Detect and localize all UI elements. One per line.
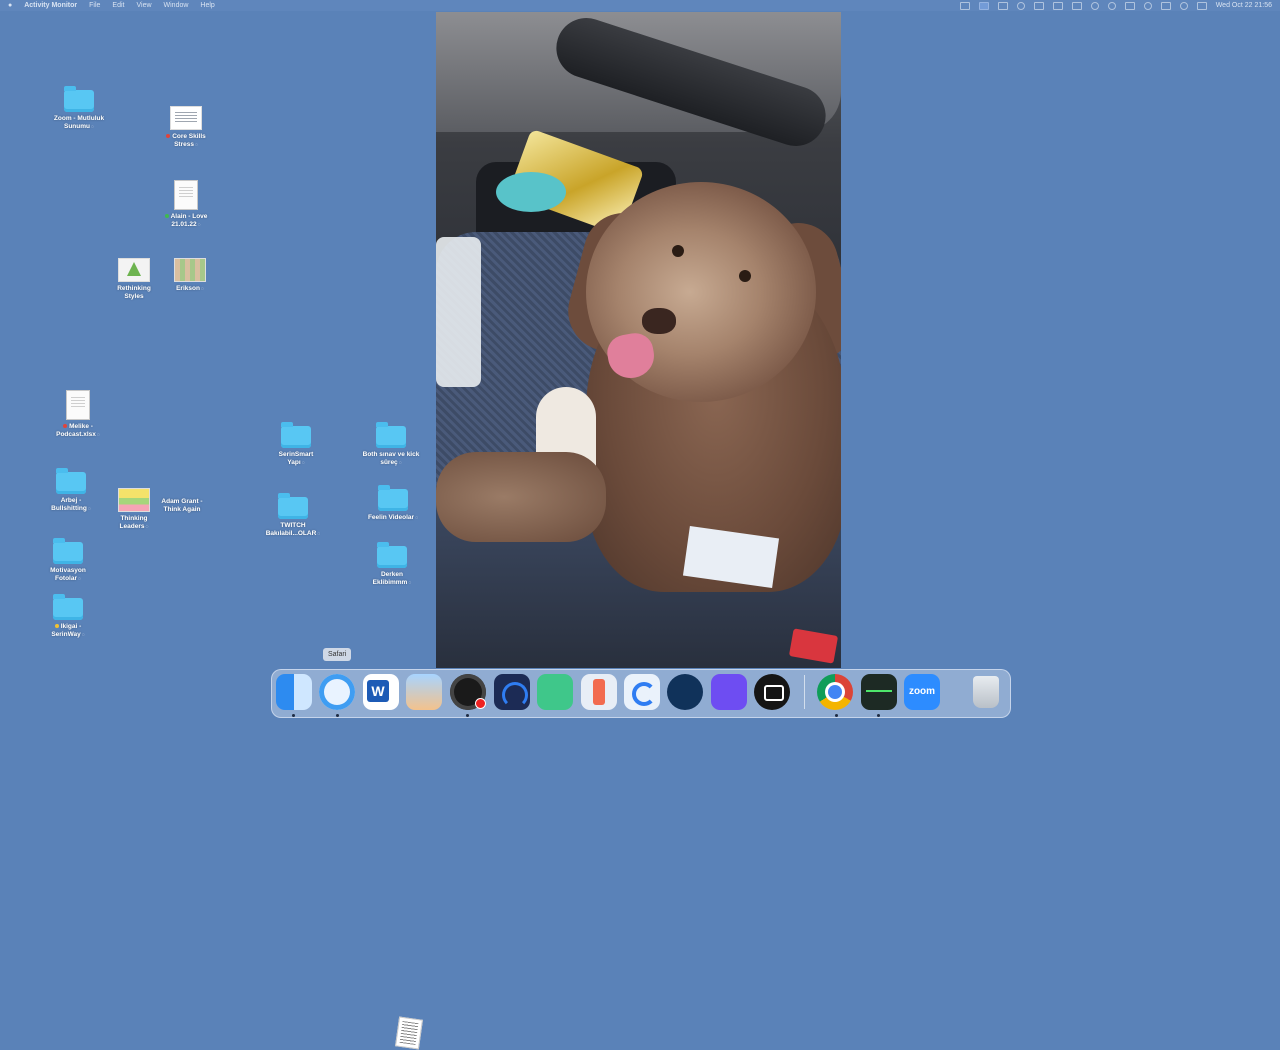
dog-eye-right [739,270,751,282]
red-tag-icon [166,134,171,139]
menu-bar: ● Activity Monitor File Edit View Window… [0,0,1280,11]
folder-icon [278,493,308,519]
screen-share-icon[interactable] [978,1,989,10]
desktop-folder-ikigai[interactable]: Ikigai - SerinWay◌ [33,594,103,639]
desktop-file-alain-love[interactable]: Alain - Love 21.01.22◌ [151,180,221,229]
desktop-folder-serinsmart[interactable]: SerinSmart Yapı◌ [261,422,331,467]
trash-icon[interactable] [973,676,999,708]
running-indicator [835,714,838,717]
pyramid-image-icon [118,258,150,282]
desktop-file-core-skills[interactable]: Core Skills Stress◌ [151,106,221,149]
folder-icon [377,542,407,568]
window-icon[interactable] [1071,1,1082,10]
folder-icon [53,594,83,620]
teal-lid [496,172,566,212]
running-indicator [877,714,880,717]
menu-file[interactable]: File [89,0,100,11]
wifi-icon[interactable] [1160,1,1171,10]
desktop-folder-twitch[interactable]: TWITCH Bakılabil...OLAR◌ [258,493,328,538]
desktop-file-melike-podcast[interactable]: Melike - Podcast.xlsx◌ [43,390,113,439]
volume-icon[interactable] [1033,1,1044,10]
desktop-folder-arbej[interactable]: Arbej - Bullshitting◌ [36,468,106,513]
desktop-folder-feelin-videolar[interactable]: Feelin Videolar◌ [358,485,428,522]
desktop-folder-motivasyon[interactable]: Motivasyon Fotolar◌ [33,538,103,583]
recording-badge-icon [475,698,486,709]
apple-menu-icon[interactable]: ● [8,0,12,11]
green-app-icon[interactable] [537,674,573,710]
chrome-icon[interactable] [817,674,853,710]
zoom-icon[interactable]: zoom [904,674,940,710]
add-icon[interactable] [1090,1,1099,10]
dog-paw [436,452,606,542]
word-icon[interactable] [363,674,399,710]
paper-icon [395,1016,423,1050]
status-icon[interactable] [959,1,970,10]
dock-tooltip: Safari [323,648,352,661]
desktop-folder-derken[interactable]: Derken Eklibimmm◌ [357,542,427,587]
menu-window[interactable]: Window [164,0,189,11]
folder-icon [53,538,83,564]
accessibility-icon[interactable] [1143,1,1152,10]
audio-icon[interactable] [494,674,530,710]
steam-icon[interactable] [667,674,703,710]
time-icon[interactable] [1107,1,1116,10]
menu-edit[interactable]: Edit [112,0,124,11]
dog-eye-left [672,245,684,257]
dog-nose [642,308,676,334]
activity-monitor-icon[interactable] [861,674,897,710]
folder-icon [378,485,408,511]
menu-view[interactable]: View [136,0,151,11]
bluetooth-icon[interactable] [1124,1,1135,10]
safari-icon[interactable] [319,674,355,710]
display-icon[interactable] [997,1,1008,10]
folder-icon [376,422,406,448]
menu-help[interactable]: Help [200,0,214,11]
document-icon [174,180,198,210]
obs-status-icon[interactable] [1016,1,1025,10]
cloud-icon[interactable] [1052,1,1063,10]
menu-clock[interactable]: Wed Oct 22 21:56 [1216,0,1272,11]
menu-app-name[interactable]: Activity Monitor [24,0,77,11]
green-tag-icon [164,214,169,219]
camera-app-icon[interactable] [754,674,790,710]
dock-separator [804,675,805,709]
plastic-bag [436,237,481,387]
folder-icon [64,86,94,112]
finder-icon[interactable] [276,674,312,710]
presentation-icon [170,106,202,130]
folder-icon [281,422,311,448]
running-indicator [466,714,469,717]
spreadsheet-icon [66,390,90,420]
dog-photo-window[interactable] [436,12,841,668]
desktop-file-adam-grant[interactable]: Adam Grant - Think Again [147,498,423,1050]
red-tag-icon [63,424,68,429]
running-indicator [336,714,339,717]
desktop-folder-zoom-mutluluk[interactable]: Zoom - Mutluluk Sunumu◌ [44,86,114,131]
chart-image-icon [174,258,206,282]
folder-icon [56,468,86,494]
sticky-notes-icon [118,488,150,512]
character-icon[interactable] [406,674,442,710]
purple-app-icon[interactable] [711,674,747,710]
desktop-file-erikson[interactable]: Erikson◌ [155,258,225,293]
desktop-folder-both-sinav[interactable]: Both sınav ve kick süreç◌ [356,422,426,467]
c-app-icon[interactable] [624,674,660,710]
search-icon[interactable] [1179,1,1188,10]
control-center-icon[interactable] [1196,1,1207,10]
yellow-tag-icon [54,624,59,629]
phone-mirror-icon[interactable] [581,674,617,710]
running-indicator [292,714,295,717]
